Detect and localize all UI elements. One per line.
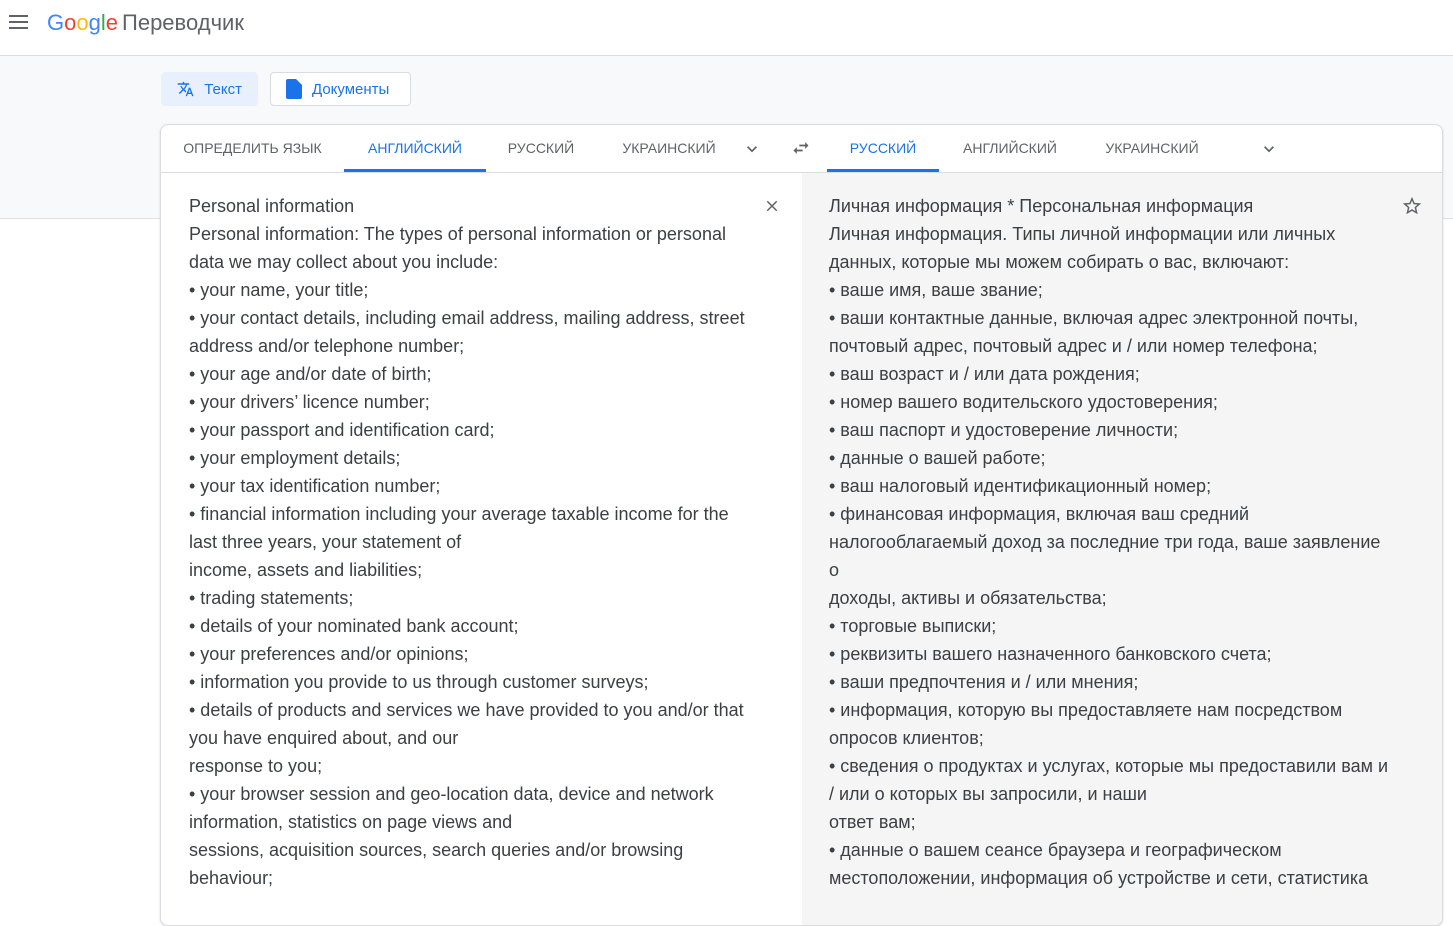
target-languages-chevron-down-icon[interactable] xyxy=(1259,139,1279,159)
app-name: Переводчик xyxy=(122,10,244,35)
documents-mode-button[interactable]: Документы xyxy=(270,72,411,106)
source-tab-english[interactable]: АНГЛИЙСКИЙ xyxy=(344,125,486,172)
source-tab-detect[interactable]: ОПРЕДЕЛИТЬ ЯЗЫК xyxy=(161,125,344,172)
source-tab-russian[interactable]: РУССКИЙ xyxy=(486,125,596,172)
swap-languages-icon[interactable] xyxy=(791,138,811,158)
target-tab-ukrainian[interactable]: УКРАИНСКИЙ xyxy=(1081,125,1223,172)
translated-text: Личная информация * Персональная информа… xyxy=(829,196,1389,888)
translation-panel: Личная информация * Персональная информа… xyxy=(802,173,1442,925)
main-menu-icon[interactable] xyxy=(9,15,28,29)
google-translate-logo[interactable]: Google Переводчик xyxy=(47,10,244,36)
logo-letter: G xyxy=(47,10,65,35)
text-mode-button[interactable]: Текст xyxy=(161,72,258,106)
star-icon[interactable] xyxy=(1401,195,1423,217)
source-panel: Personal information Personal informatio… xyxy=(161,173,802,925)
logo-letter: o xyxy=(64,10,77,35)
source-tab-ukrainian[interactable]: УКРАИНСКИЙ xyxy=(596,125,742,172)
clear-text-icon[interactable] xyxy=(763,197,781,215)
translation-card: ОПРЕДЕЛИТЬ ЯЗЫК АНГЛИЙСКИЙ РУССКИЙ УКРАИ… xyxy=(160,124,1443,926)
logo-letter: o xyxy=(76,10,89,35)
source-languages-chevron-down-icon[interactable] xyxy=(742,139,762,159)
documents-mode-label: Документы xyxy=(312,80,390,98)
google-logo: Google xyxy=(47,10,118,35)
source-text-input[interactable]: Personal information Personal informatio… xyxy=(189,192,759,892)
language-tabs: ОПРЕДЕЛИТЬ ЯЗЫК АНГЛИЙСКИЙ РУССКИЙ УКРАИ… xyxy=(161,125,1442,173)
translate-icon xyxy=(177,81,194,97)
target-tab-russian[interactable]: РУССКИЙ xyxy=(827,125,939,172)
logo-letter: e xyxy=(105,10,119,35)
text-mode-label: Текст xyxy=(204,80,242,98)
top-bar: Google Переводчик xyxy=(0,0,1453,56)
target-tab-english[interactable]: АНГЛИЙСКИЙ xyxy=(939,125,1081,172)
logo-letter: g xyxy=(88,10,101,35)
document-icon xyxy=(286,79,302,99)
